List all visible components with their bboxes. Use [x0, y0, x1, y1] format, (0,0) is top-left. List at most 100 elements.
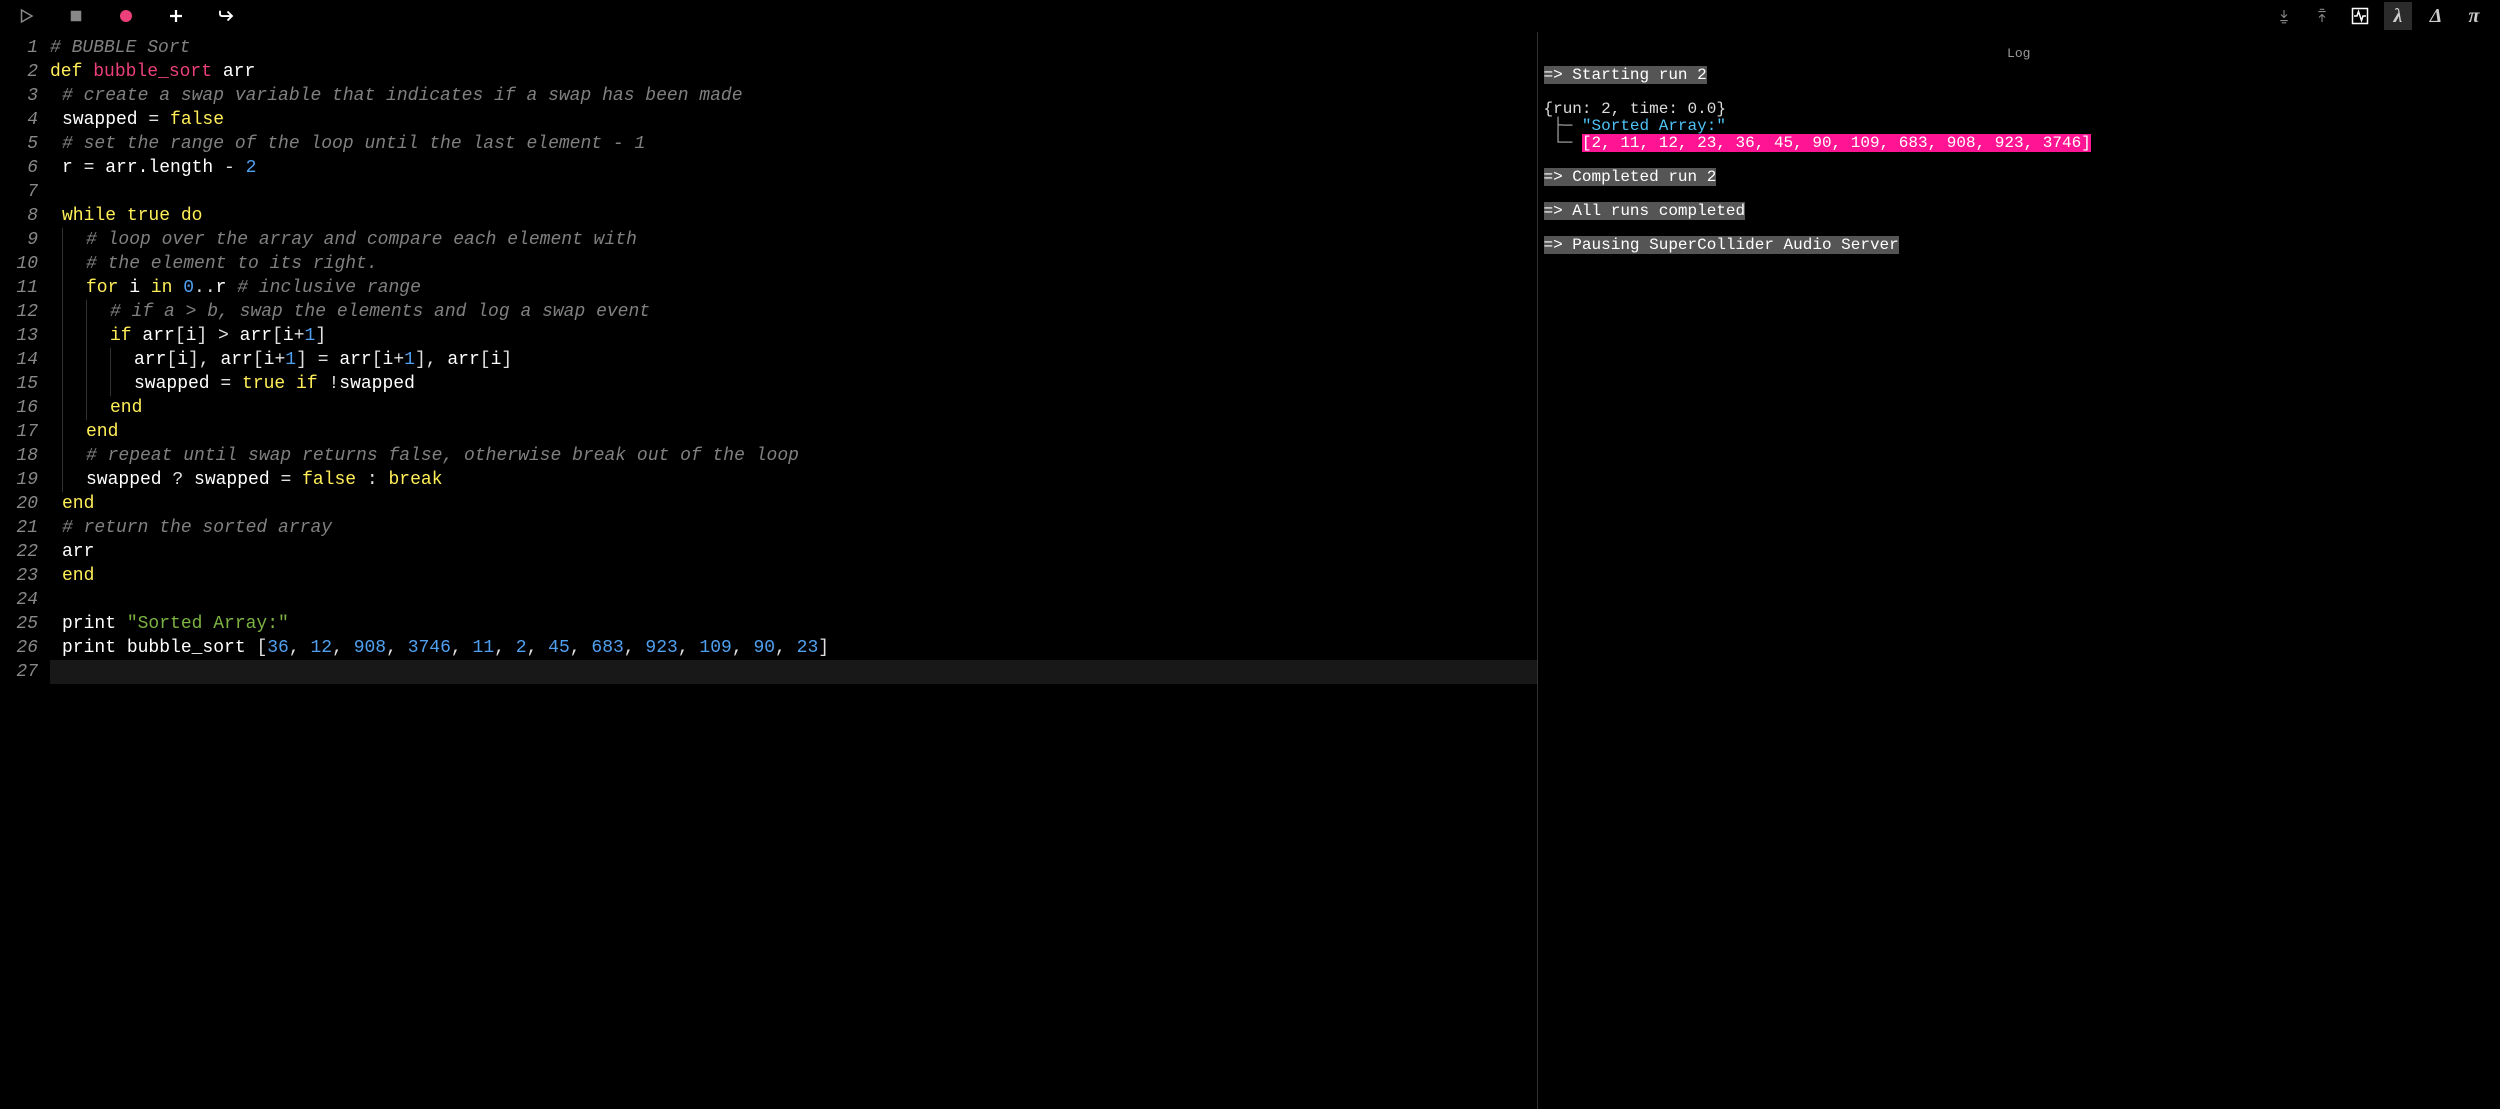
code-line[interactable]: while true do	[50, 204, 1537, 228]
code-line[interactable]: # return the sorted array	[50, 516, 1537, 540]
code-token: +	[393, 350, 404, 370]
code-line[interactable]: swapped = false	[50, 108, 1537, 132]
code-line[interactable]	[50, 588, 1537, 612]
code-token: [	[372, 350, 383, 370]
code-token: =	[220, 374, 242, 394]
code-token: 1	[285, 350, 296, 370]
code-line[interactable]: def bubble_sort arr	[50, 60, 1537, 84]
arrows-up-icon[interactable]	[2308, 2, 2336, 30]
code-token: ]	[196, 326, 218, 346]
code-line[interactable]: end	[50, 420, 1537, 444]
code-line[interactable]	[50, 660, 1537, 684]
code-token: ,	[332, 638, 354, 658]
reply-icon[interactable]	[212, 2, 240, 30]
code-token: 1	[305, 326, 316, 346]
code-token: # BUBBLE Sort	[50, 38, 190, 58]
line-number: 1	[0, 36, 38, 60]
code-token: end	[110, 398, 142, 418]
code-editor[interactable]: 1234567891011121314151617181920212223242…	[0, 32, 1538, 1109]
line-number: 24	[0, 588, 38, 612]
code-token: ,	[289, 638, 311, 658]
line-number: 16	[0, 396, 38, 420]
toolbar-right: λ Δ π	[2270, 2, 2488, 30]
code-token: =	[84, 158, 106, 178]
code-token: ,	[570, 638, 592, 658]
code-line[interactable]: # repeat until swap returns false, other…	[50, 444, 1537, 468]
code-token: ,	[678, 638, 700, 658]
log-body: => Starting run 2 {run: 2, time: 0.0} ├─…	[1538, 67, 2500, 254]
toolbar: λ Δ π	[0, 0, 2500, 32]
code-line[interactable]: end	[50, 492, 1537, 516]
code-token: "Sorted Array:"	[127, 614, 289, 634]
code-line[interactable]: end	[50, 564, 1537, 588]
code-line[interactable]: arr[i], arr[i+1] = arr[i+1], arr[i]	[50, 348, 1537, 372]
stop-icon[interactable]	[62, 2, 90, 30]
log-segment: ├─	[1544, 117, 1582, 135]
code-token: arr	[220, 350, 252, 370]
code-token: swapped	[194, 470, 280, 490]
code-token: swapped	[62, 110, 148, 130]
code-line[interactable]: print bubble_sort [36, 12, 908, 3746, 11…	[50, 636, 1537, 660]
code-line[interactable]: # BUBBLE Sort	[50, 36, 1537, 60]
code-token: # return the sorted array	[62, 518, 332, 538]
log-segment: => All runs completed	[1544, 202, 1746, 220]
code-line[interactable]: end	[50, 396, 1537, 420]
code-line[interactable]: # if a > b, swap the elements and log a …	[50, 300, 1537, 324]
record-icon[interactable]	[112, 2, 140, 30]
code-line[interactable]: r = arr.length - 2	[50, 156, 1537, 180]
line-number: 23	[0, 564, 38, 588]
code-line[interactable]: arr	[50, 540, 1537, 564]
code-token: arr	[105, 158, 137, 178]
log-segment: [2, 11, 12, 23, 36, 45, 90, 109, 683, 90…	[1582, 134, 2091, 152]
line-number: 5	[0, 132, 38, 156]
log-line	[1544, 186, 2495, 203]
code-token: while	[62, 206, 127, 226]
code-token: [	[253, 350, 264, 370]
add-icon[interactable]	[162, 2, 190, 30]
code-token: false	[302, 470, 367, 490]
code-line[interactable]: swapped = true if !swapped	[50, 372, 1537, 396]
log-segment: => Completed run 2	[1544, 168, 1717, 186]
code-token: # if a > b, swap the elements and log a …	[110, 302, 650, 322]
code-token: 36	[267, 638, 289, 658]
code-line[interactable]: # create a swap variable that indicates …	[50, 84, 1537, 108]
log-header: Log	[1538, 32, 2500, 67]
code-token: r	[216, 278, 238, 298]
code-token: 11	[473, 638, 495, 658]
code-line[interactable]	[50, 180, 1537, 204]
code-token: [	[480, 350, 491, 370]
line-number: 18	[0, 444, 38, 468]
code-token: [	[256, 638, 267, 658]
app-root: λ Δ π 1234567891011121314151617181920212…	[0, 0, 2500, 1109]
code-line[interactable]: # loop over the array and compare each e…	[50, 228, 1537, 252]
code-token: true	[127, 206, 181, 226]
line-number: 20	[0, 492, 38, 516]
line-number: 9	[0, 228, 38, 252]
code-token: end	[62, 566, 94, 586]
line-number: 11	[0, 276, 38, 300]
code-content[interactable]: # BUBBLE Sortdef bubble_sort arr# create…	[50, 36, 1537, 1109]
code-token: swapped	[134, 374, 220, 394]
code-token: swapped	[339, 374, 415, 394]
code-line[interactable]: # the element to its right.	[50, 252, 1537, 276]
log-line	[1544, 84, 2495, 101]
delta-icon[interactable]: Δ	[2422, 2, 2450, 30]
log-line: => Starting run 2	[1544, 67, 2495, 84]
code-token: :	[367, 470, 389, 490]
code-line[interactable]: print "Sorted Array:"	[50, 612, 1537, 636]
code-token: -	[224, 158, 246, 178]
activity-icon[interactable]	[2346, 2, 2374, 30]
arrows-down-icon[interactable]	[2270, 2, 2298, 30]
code-line[interactable]: swapped ? swapped = false : break	[50, 468, 1537, 492]
line-number: 17	[0, 420, 38, 444]
code-line[interactable]: # set the range of the loop until the la…	[50, 132, 1537, 156]
pi-icon[interactable]: π	[2460, 2, 2488, 30]
code-token: bubble_sort	[93, 62, 212, 82]
code-line[interactable]: if arr[i] > arr[i+1]	[50, 324, 1537, 348]
lambda-icon[interactable]: λ	[2384, 2, 2412, 30]
code-token: [	[175, 326, 186, 346]
code-token: print	[62, 614, 127, 634]
code-line[interactable]: for i in 0..r # inclusive range	[50, 276, 1537, 300]
play-icon[interactable]	[12, 2, 40, 30]
code-token: false	[170, 110, 224, 130]
